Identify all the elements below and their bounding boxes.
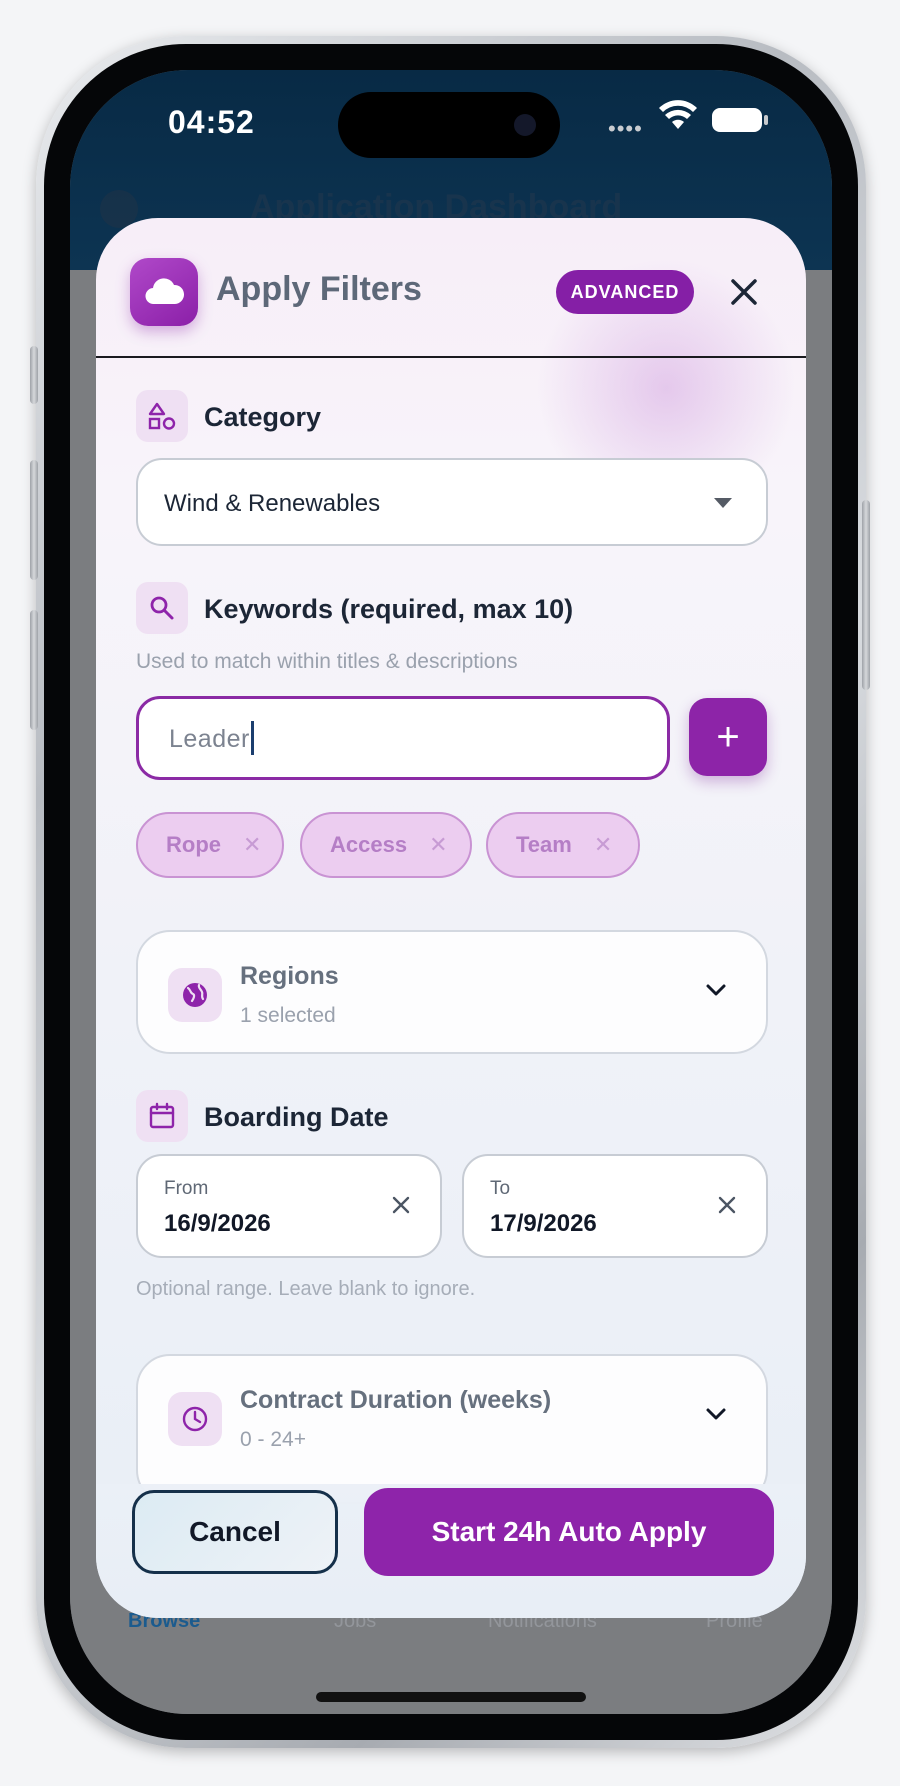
date-to-value: 17/9/2026	[490, 1210, 597, 1237]
camera-icon	[514, 114, 536, 136]
contract-duration-title: Contract Duration (weeks)	[240, 1386, 552, 1414]
home-indicator[interactable]	[316, 1692, 586, 1702]
modal-title: Apply Filters	[216, 270, 422, 308]
signal-icon: ••••	[608, 116, 643, 141]
clock-icon	[168, 1392, 222, 1446]
chevron-down-icon	[706, 984, 726, 996]
text-cursor	[250, 721, 254, 756]
keyword-chip[interactable]: Team ✕	[486, 812, 640, 878]
category-select[interactable]: Wind & Renewables	[136, 458, 768, 546]
regions-dropdown[interactable]: Regions 1 selected	[136, 930, 768, 1054]
screen: 04:52 •••• Application Dashboard Browse …	[70, 70, 832, 1714]
keywords-helper: Used to match within titles & descriptio…	[136, 650, 518, 673]
contract-duration-subtitle: 0 - 24+	[240, 1428, 306, 1451]
status-time: 04:52	[168, 104, 255, 140]
chip-label: Team	[516, 832, 572, 857]
chip-remove-icon[interactable]: ✕	[594, 832, 612, 858]
date-to-label: To	[490, 1178, 511, 1199]
shapes-icon	[136, 390, 188, 442]
cloud-icon	[130, 258, 198, 326]
clear-icon[interactable]	[716, 1194, 738, 1216]
chip-label: Rope	[166, 832, 221, 857]
keyword-input[interactable]: Leader	[136, 696, 670, 780]
cancel-button[interactable]: Cancel	[132, 1490, 338, 1574]
boarding-date-helper: Optional range. Leave blank to ignore.	[136, 1278, 476, 1300]
volume-up-button	[30, 460, 38, 580]
keyword-input-value: Leader	[169, 725, 250, 753]
globe-icon	[168, 968, 222, 1022]
keyword-chip[interactable]: Access ✕	[300, 812, 472, 878]
contract-duration-dropdown[interactable]: Contract Duration (weeks) 0 - 24+	[136, 1354, 768, 1504]
chip-remove-icon[interactable]: ✕	[243, 832, 261, 858]
advanced-badge[interactable]: ADVANCED	[556, 270, 694, 314]
keyword-chip[interactable]: Rope ✕	[136, 812, 284, 878]
chip-label: Access	[330, 832, 408, 857]
chip-remove-icon[interactable]: ✕	[429, 832, 447, 858]
wifi-icon	[659, 100, 697, 129]
regions-title: Regions	[240, 962, 339, 990]
power-button	[862, 500, 870, 690]
start-auto-apply-button[interactable]: Start 24h Auto Apply	[364, 1488, 774, 1576]
clear-icon[interactable]	[390, 1194, 412, 1216]
chevron-down-icon	[706, 1408, 726, 1420]
filter-modal: Apply Filters ADVANCED Category Wind & R…	[96, 218, 806, 1618]
date-from-field[interactable]: From 16/9/2026	[136, 1154, 442, 1258]
keywords-label: Keywords (required, max 10)	[204, 594, 574, 624]
dynamic-island	[338, 92, 560, 158]
date-from-value: 16/9/2026	[164, 1210, 271, 1237]
volume-down-button	[30, 610, 38, 730]
add-keyword-button[interactable]: +	[689, 698, 767, 776]
mute-switch	[30, 346, 38, 404]
date-to-field[interactable]: To 17/9/2026	[462, 1154, 768, 1258]
close-icon[interactable]	[724, 272, 764, 312]
calendar-icon	[136, 1090, 188, 1142]
date-from-label: From	[164, 1178, 209, 1199]
boarding-date-label: Boarding Date	[204, 1102, 389, 1132]
category-label: Category	[204, 402, 322, 432]
caret-down-icon	[714, 498, 732, 508]
regions-subtitle: 1 selected	[240, 1004, 336, 1027]
category-value: Wind & Renewables	[164, 490, 381, 517]
search-icon	[136, 582, 188, 634]
modal-header: Apply Filters ADVANCED	[96, 218, 806, 358]
battery-icon	[712, 108, 768, 132]
